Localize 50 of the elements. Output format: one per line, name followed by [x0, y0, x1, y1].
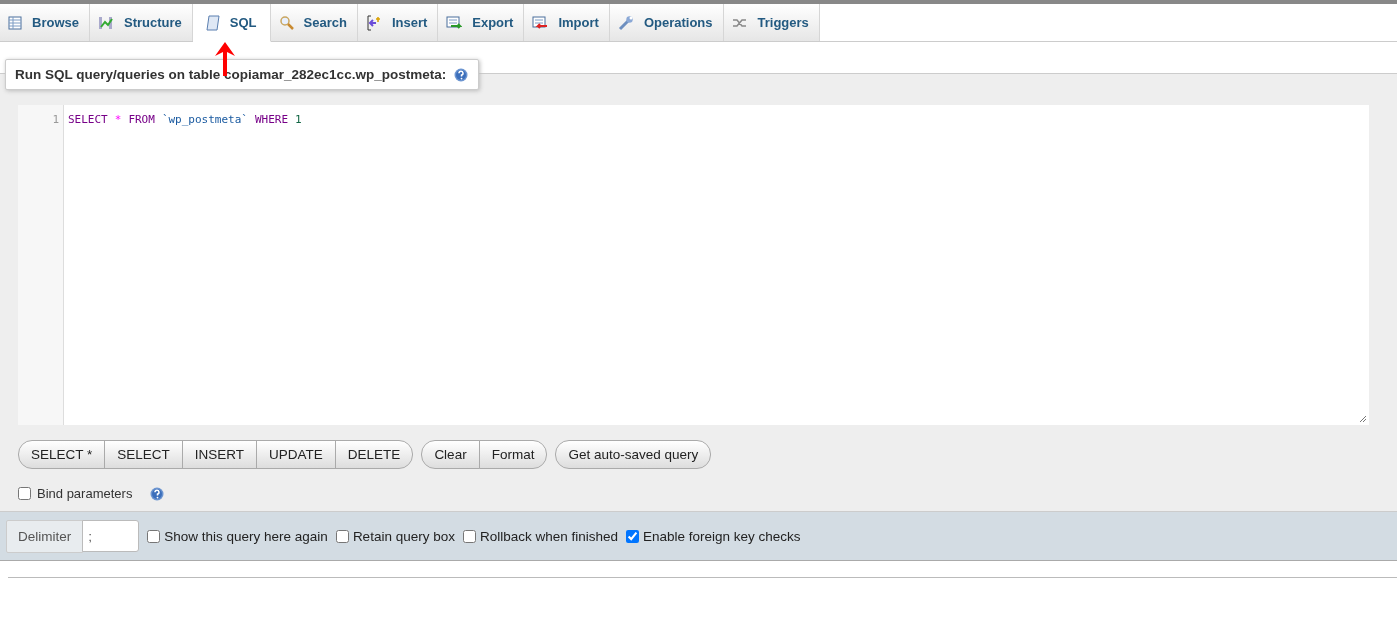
tab[interactable]: Browse — [0, 4, 90, 41]
checkbox[interactable] — [335, 529, 349, 543]
code-token: * — [114, 113, 122, 126]
line-number: 1 — [52, 113, 59, 126]
table-icon — [8, 15, 22, 30]
tab[interactable]: SQL — [192, 4, 271, 42]
checkbox-label: Enable foreign key checks — [643, 528, 801, 544]
query-button[interactable]: DELETE — [334, 440, 414, 469]
export-icon — [446, 15, 463, 30]
checkbox[interactable] — [626, 529, 640, 543]
help-icon[interactable] — [454, 67, 469, 82]
resize-grip-icon[interactable] — [1359, 415, 1367, 423]
tab[interactable]: Export — [438, 4, 525, 41]
checkbox-label: Bind parameters — [37, 486, 133, 501]
checkbox[interactable] — [147, 529, 161, 543]
wrench-icon — [617, 14, 634, 31]
help-icon[interactable] — [150, 486, 165, 501]
import-icon — [532, 15, 549, 30]
tab[interactable]: Search — [270, 4, 358, 41]
code-token: `wp_postmeta` — [161, 113, 248, 126]
scroll-icon — [205, 14, 220, 31]
query-button[interactable]: SELECT — [104, 440, 183, 469]
tab[interactable]: Import — [524, 4, 610, 41]
delimiter-label: Delimiter — [6, 519, 84, 553]
query-button[interactable]: UPDATE — [256, 440, 336, 469]
structure-icon — [97, 14, 114, 31]
delimiter-field[interactable]: ; — [82, 520, 140, 552]
tab[interactable]: Operations — [609, 4, 724, 41]
checkbox-label: Show this query here again — [164, 528, 328, 544]
query-button[interactable]: Get auto-saved query — [555, 440, 712, 469]
tab[interactable]: Insert — [357, 4, 439, 41]
query-button[interactable]: Format — [478, 440, 548, 469]
insert-icon — [365, 14, 382, 31]
tab[interactable]: Triggers — [723, 4, 820, 41]
checkbox-label: Rollback when finished — [479, 528, 619, 544]
sql-editor[interactable]: 1 SELECT * FROM `wp_postmeta` WHERE 1 — [18, 105, 1369, 425]
checkbox[interactable] — [462, 529, 476, 543]
query-button[interactable]: Clear — [421, 440, 480, 469]
code-token: WHERE — [254, 113, 289, 126]
shuffle-icon — [731, 16, 748, 29]
tab[interactable]: Structure — [89, 4, 193, 41]
checkbox-label: Retain query box — [352, 528, 455, 544]
query-button[interactable]: INSERT — [181, 440, 258, 469]
checkbox[interactable] — [18, 487, 31, 500]
query-button[interactable]: SELECT * — [18, 440, 106, 469]
code-token: SELECT — [68, 113, 108, 126]
code-token: 1 — [295, 113, 302, 126]
code-token: FROM — [128, 113, 155, 126]
search-icon — [278, 15, 294, 30]
legend-title: Run SQL query/queries on table copiamar_282ec1cc.wp_postmeta: — [15, 67, 447, 82]
